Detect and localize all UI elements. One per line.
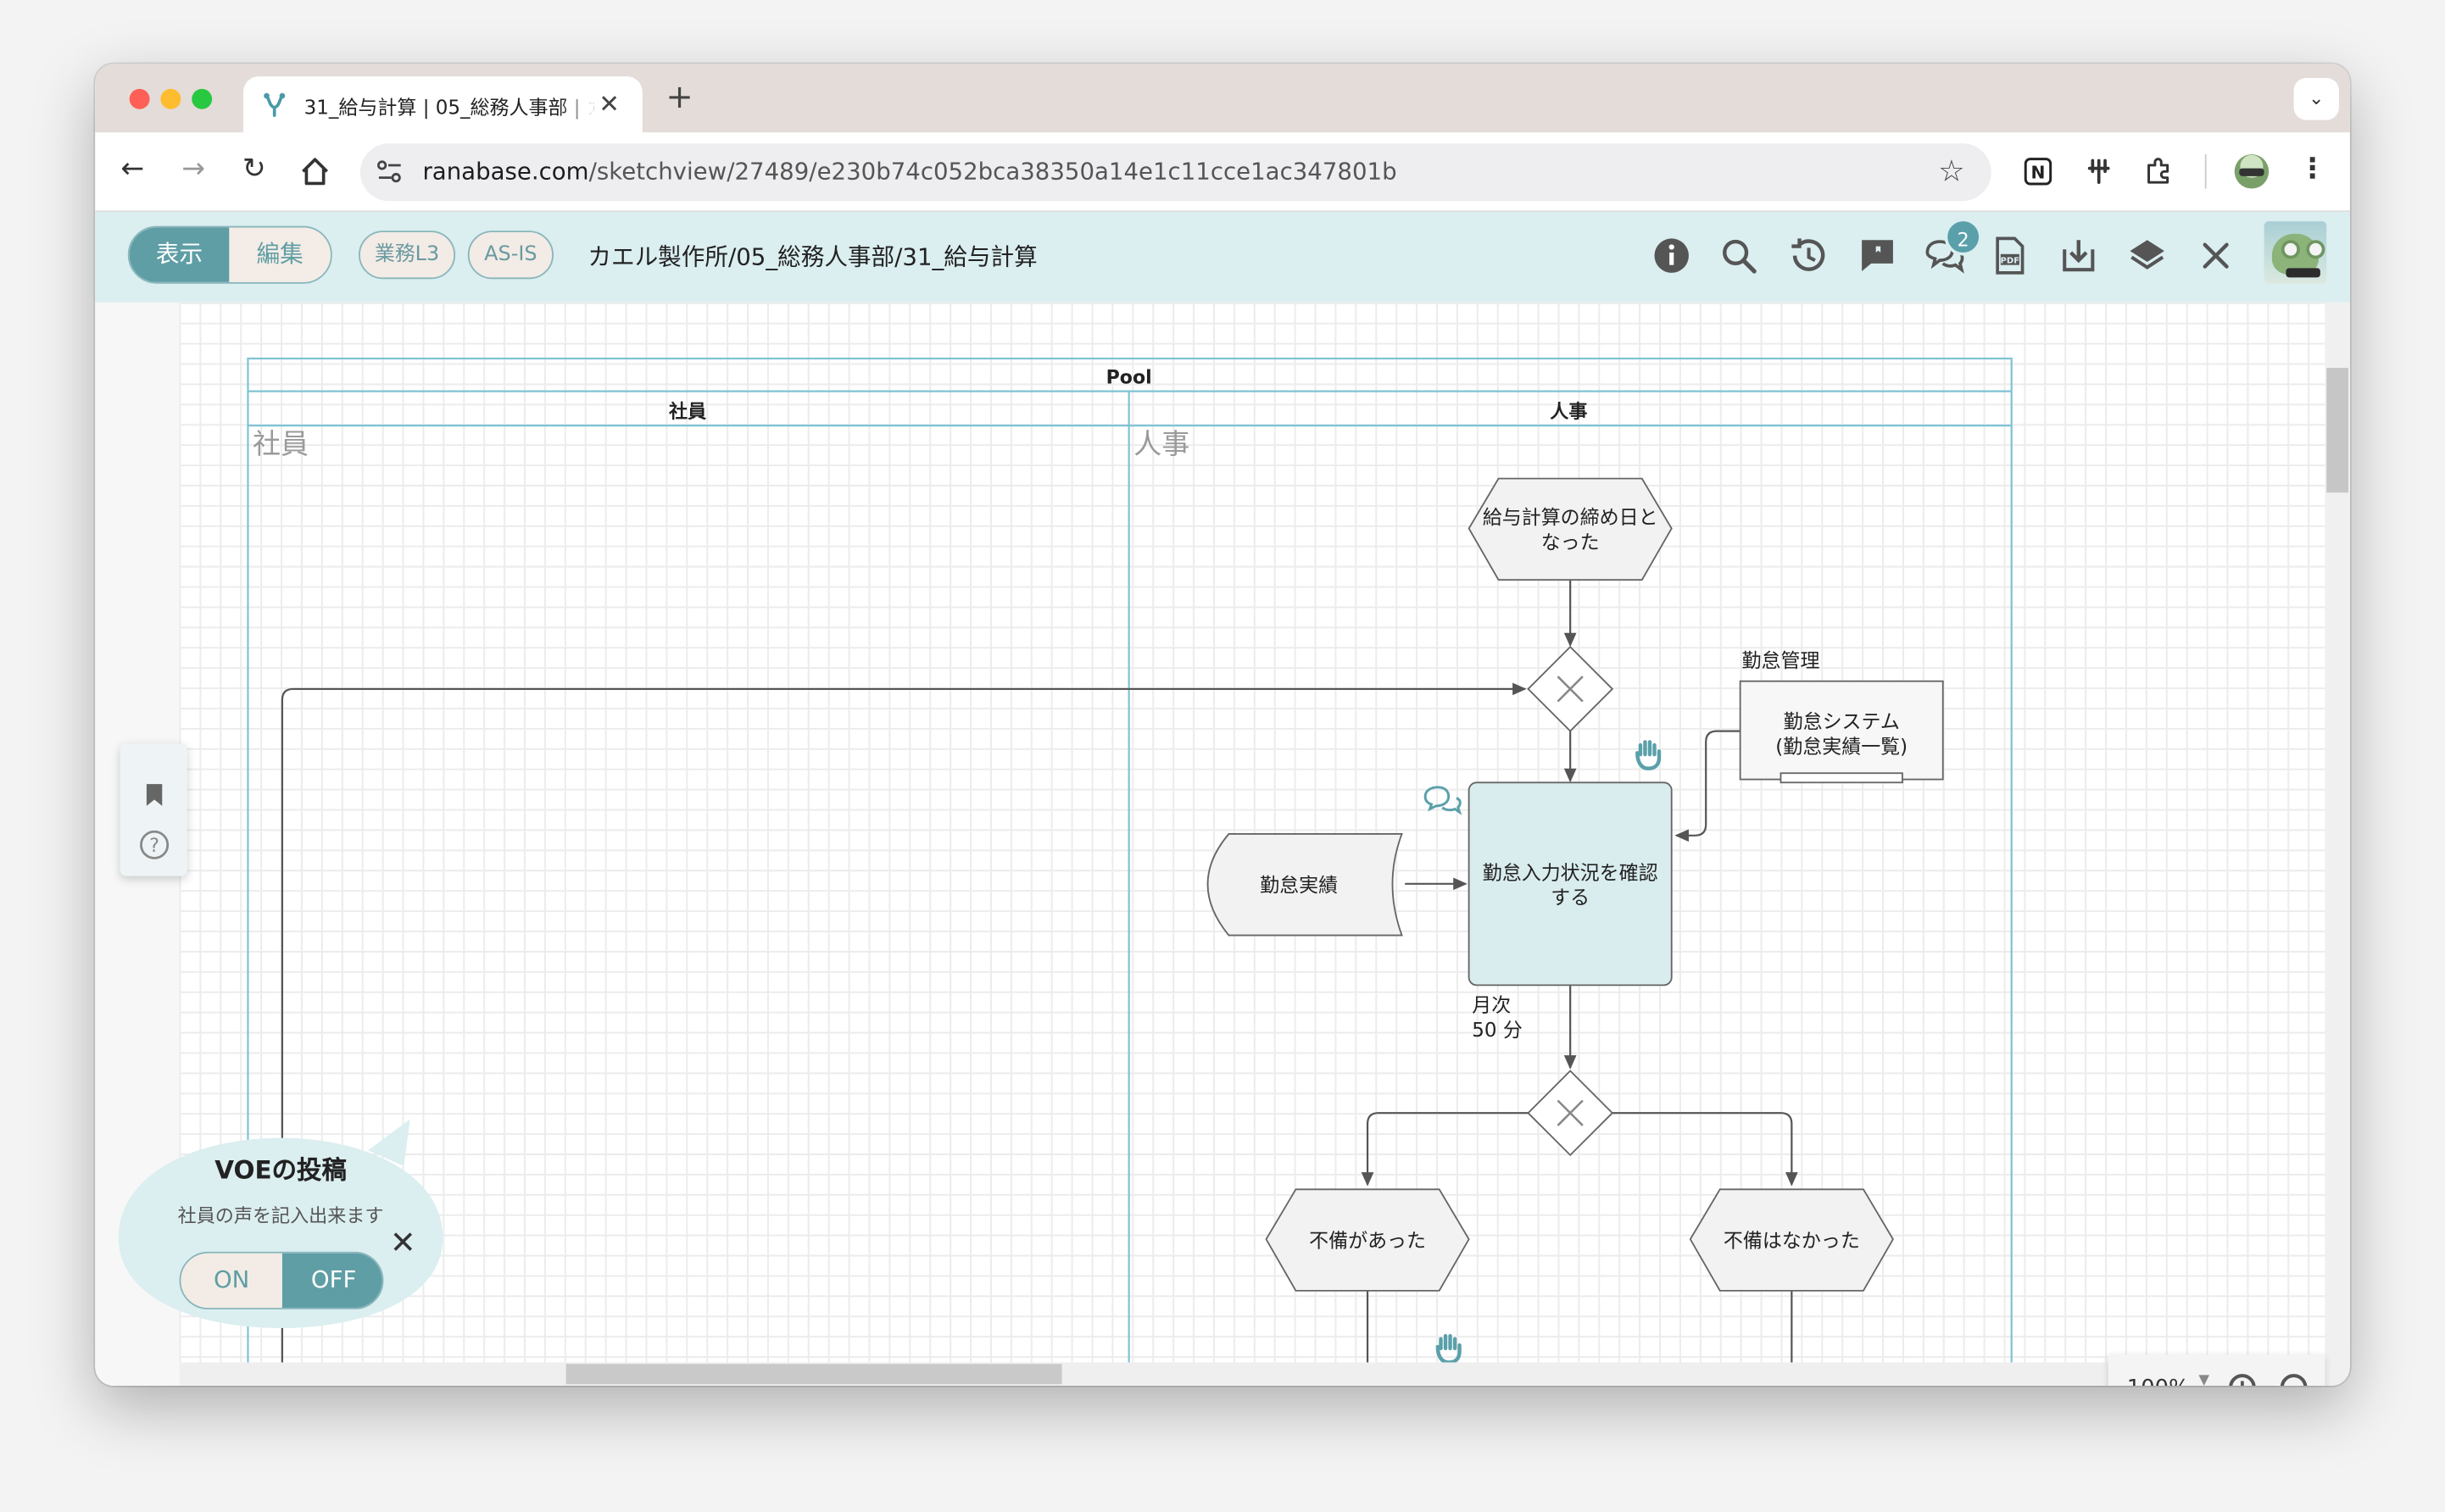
start-event-line1: 給与計算の締め日と bbox=[1483, 507, 1658, 529]
data-input-shape[interactable]: 勤怠実績 bbox=[1206, 833, 1403, 937]
task-duration: 50 分 bbox=[1472, 1020, 1523, 1042]
system-box-line1: 勤怠システム bbox=[1784, 711, 1900, 733]
start-event[interactable]: 給与計算の締め日と なった bbox=[1468, 477, 1673, 581]
history-icon[interactable] bbox=[1785, 234, 1830, 277]
task-frequency: 月次 bbox=[1472, 995, 1511, 1017]
voe-on-button[interactable]: ON bbox=[181, 1253, 282, 1309]
hand-icon[interactable] bbox=[1435, 1333, 1462, 1365]
forward-arrow-icon[interactable]: → bbox=[176, 153, 210, 186]
bookmark-star-icon[interactable]: ☆ bbox=[1938, 154, 1964, 188]
layers-icon[interactable] bbox=[2125, 234, 2169, 277]
zoom-in-icon[interactable] bbox=[2225, 1370, 2266, 1387]
exclusive-gateway[interactable] bbox=[1527, 645, 1614, 732]
zoom-level[interactable]: 100% bbox=[2127, 1376, 2190, 1386]
outcome-left[interactable]: 不備があった bbox=[1265, 1188, 1470, 1292]
tab-search-chevron-icon[interactable]: ⌄ bbox=[2293, 77, 2339, 120]
outcome-right[interactable]: 不備はなかった bbox=[1689, 1188, 1894, 1292]
outcome-left-label: 不備があった bbox=[1309, 1230, 1426, 1252]
browser-window: 31_給与計算 | 05_総務人事部 | カエル製作所 ✕ + ⌄ ← → ↻ bbox=[95, 64, 2350, 1387]
edit-mode-button[interactable]: 編集 bbox=[229, 227, 331, 282]
view-mode-button[interactable]: 表示 bbox=[129, 227, 230, 282]
outcome-right-label: 不備はなかった bbox=[1724, 1230, 1860, 1252]
help-icon[interactable]: ? bbox=[139, 829, 170, 860]
horizontal-scrollbar[interactable] bbox=[179, 1362, 2325, 1387]
reload-icon[interactable]: ↻ bbox=[237, 153, 271, 186]
breadcrumb: カエル製作所/05_総務人事部/31_給与計算 bbox=[588, 242, 1038, 272]
notion-extension-icon[interactable]: N bbox=[2023, 156, 2054, 187]
tab-strip: 31_給与計算 | 05_総務人事部 | カエル製作所 ✕ + ⌄ bbox=[95, 64, 2350, 133]
lane-watermark-hr: 人事 bbox=[1133, 427, 1189, 460]
url-text: ranabase.com/sketchview/27489/e230b74c05… bbox=[422, 157, 1397, 186]
svg-text:PDF: PDF bbox=[2000, 256, 2019, 265]
password-manager-icon[interactable] bbox=[2083, 156, 2114, 187]
voe-off-button[interactable]: OFF bbox=[281, 1253, 382, 1309]
browser-menu-icon[interactable]: ⋮ bbox=[2295, 153, 2329, 186]
voe-title: VOEの投稿 bbox=[214, 1154, 347, 1185]
info-icon[interactable] bbox=[1650, 234, 1694, 277]
app-toolbar: 表示 編集 業務L3 AS-IS カエル製作所/05_総務人事部/31_給与計算 bbox=[95, 212, 2350, 303]
minimize-window-button[interactable] bbox=[160, 88, 181, 109]
view-edit-toggle: 表示 編集 bbox=[127, 225, 332, 284]
search-icon[interactable] bbox=[1717, 234, 1761, 277]
bookmark-icon[interactable] bbox=[145, 782, 164, 807]
user-avatar[interactable] bbox=[2264, 221, 2327, 284]
side-panel: ? bbox=[120, 743, 187, 876]
task-label-line2: する bbox=[1551, 887, 1590, 909]
hand-icon[interactable] bbox=[1635, 740, 1662, 770]
pool-title: Pool bbox=[1106, 367, 1152, 388]
ranabase-favicon-icon bbox=[264, 92, 286, 117]
home-icon[interactable] bbox=[298, 154, 331, 188]
extensions-puzzle-icon[interactable] bbox=[2142, 156, 2174, 187]
comment-count-badge: 2 bbox=[1944, 218, 1982, 256]
navigation-bar: ← → ↻ ranabase.com/sketchview/27489/e230… bbox=[95, 132, 2350, 213]
horizontal-scroll-thumb[interactable] bbox=[565, 1364, 1062, 1385]
voe-toggle: ON OFF bbox=[179, 1251, 384, 1309]
exclusive-gateway[interactable] bbox=[1527, 1070, 1614, 1157]
svg-text:N: N bbox=[2031, 163, 2046, 183]
back-arrow-icon[interactable]: ← bbox=[115, 153, 149, 186]
address-bar[interactable]: ranabase.com/sketchview/27489/e230b74c05… bbox=[359, 143, 1991, 202]
download-icon[interactable] bbox=[2057, 234, 2101, 277]
state-tag[interactable]: AS-IS bbox=[467, 231, 554, 280]
start-event-line2: なった bbox=[1541, 531, 1600, 553]
system-box[interactable]: 勤怠システム (勤怠実績一覧) bbox=[1739, 680, 1944, 784]
browser-tab[interactable]: 31_給与計算 | 05_総務人事部 | カエル製作所 ✕ bbox=[242, 76, 643, 133]
new-tab-icon[interactable]: + bbox=[666, 78, 693, 115]
maximize-window-button[interactable] bbox=[192, 88, 213, 109]
data-input-label: 勤怠実績 bbox=[1260, 875, 1338, 897]
comment-bubble-icon[interactable] bbox=[1423, 786, 1462, 815]
system-group-label: 勤怠管理 bbox=[1741, 650, 1819, 672]
tab-close-icon[interactable]: ✕ bbox=[599, 89, 620, 119]
vertical-scrollbar[interactable] bbox=[2325, 302, 2350, 1387]
tab-title: 31_給与計算 | 05_総務人事部 | カエル製作所 bbox=[304, 90, 594, 120]
close-window-button[interactable] bbox=[129, 88, 150, 109]
site-settings-icon[interactable] bbox=[376, 159, 404, 184]
toolbar-separator bbox=[2204, 154, 2207, 189]
pdf-export-icon[interactable]: PDF bbox=[1988, 234, 2032, 277]
level-tag[interactable]: 業務L3 bbox=[359, 231, 456, 280]
zoom-out-icon[interactable] bbox=[2276, 1370, 2317, 1387]
vertical-scroll-thumb[interactable] bbox=[2326, 368, 2348, 493]
zoom-dropdown-icon[interactable]: ▼ bbox=[2198, 1373, 2209, 1386]
zoom-control: 100% ▼ bbox=[2108, 1354, 2325, 1387]
voe-popup: VOEの投稿 社員の声を記入出来ます ✕ ON OFF bbox=[118, 1119, 443, 1330]
lane-header-hr: 人事 bbox=[1550, 401, 1587, 423]
feedback-icon[interactable] bbox=[1856, 234, 1900, 277]
svg-text:?: ? bbox=[149, 836, 159, 857]
profile-avatar-icon[interactable] bbox=[2234, 154, 2270, 189]
task-box[interactable]: 勤怠入力状況を確認 する bbox=[1468, 781, 1673, 987]
voe-close-icon[interactable]: ✕ bbox=[390, 1224, 416, 1261]
lane-watermark-employee: 社員 bbox=[253, 427, 309, 460]
task-label-line1: 勤怠入力状況を確認 bbox=[1483, 862, 1658, 884]
lane-header-employee: 社員 bbox=[669, 401, 706, 423]
system-box-line2: (勤怠実績一覧) bbox=[1775, 736, 1908, 758]
close-icon[interactable] bbox=[2194, 234, 2238, 277]
